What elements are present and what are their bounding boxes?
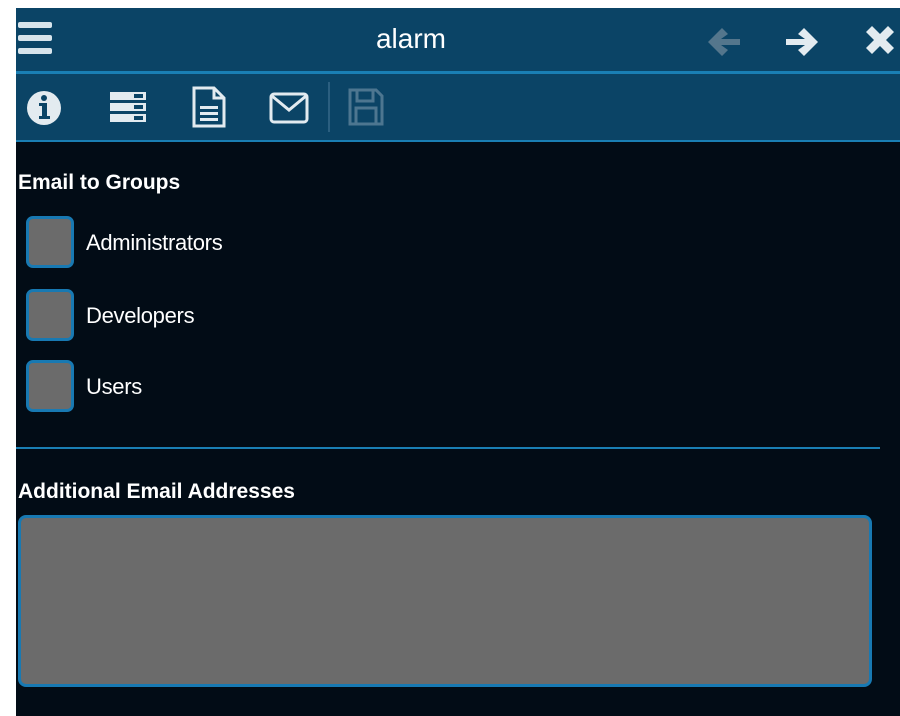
hamburger-icon-bar xyxy=(18,48,52,54)
info-icon xyxy=(27,91,61,125)
info-button[interactable] xyxy=(26,84,70,130)
window-title: alarm xyxy=(375,23,446,54)
envelope-icon xyxy=(269,92,309,124)
additional-emails-heading: Additional Email Addresses xyxy=(18,480,295,503)
arrow-left-icon xyxy=(708,28,740,56)
arrow-right-icon xyxy=(786,28,818,56)
hamburger-icon-bar xyxy=(18,35,52,41)
administrators-checkbox[interactable] xyxy=(26,216,74,268)
administrators-label: Administrators xyxy=(86,230,223,255)
additional-emails-input[interactable] xyxy=(18,515,872,687)
document-button[interactable] xyxy=(190,84,234,130)
list-button[interactable] xyxy=(108,84,152,130)
email-groups-heading: Email to Groups xyxy=(18,171,181,194)
forward-button[interactable] xyxy=(780,22,824,62)
alarm-dialog: alarm Email to Groups Administrators Dev… xyxy=(16,8,900,716)
users-label: Users xyxy=(86,374,142,399)
close-button[interactable] xyxy=(860,22,900,62)
developers-checkbox[interactable] xyxy=(26,289,74,341)
save-button[interactable] xyxy=(346,84,390,130)
toolbar-separator xyxy=(328,82,330,132)
users-checkbox[interactable] xyxy=(26,360,74,412)
email-button[interactable] xyxy=(268,84,312,130)
document-icon xyxy=(192,86,226,128)
developers-label: Developers xyxy=(86,303,195,328)
save-icon xyxy=(348,88,384,126)
section-divider xyxy=(16,447,880,449)
back-button[interactable] xyxy=(702,22,746,62)
hamburger-icon xyxy=(18,22,52,28)
list-icon xyxy=(110,92,146,122)
toolbar xyxy=(16,74,900,142)
menu-button[interactable] xyxy=(16,20,56,58)
title-bar: alarm xyxy=(16,8,900,74)
close-icon xyxy=(866,26,894,54)
